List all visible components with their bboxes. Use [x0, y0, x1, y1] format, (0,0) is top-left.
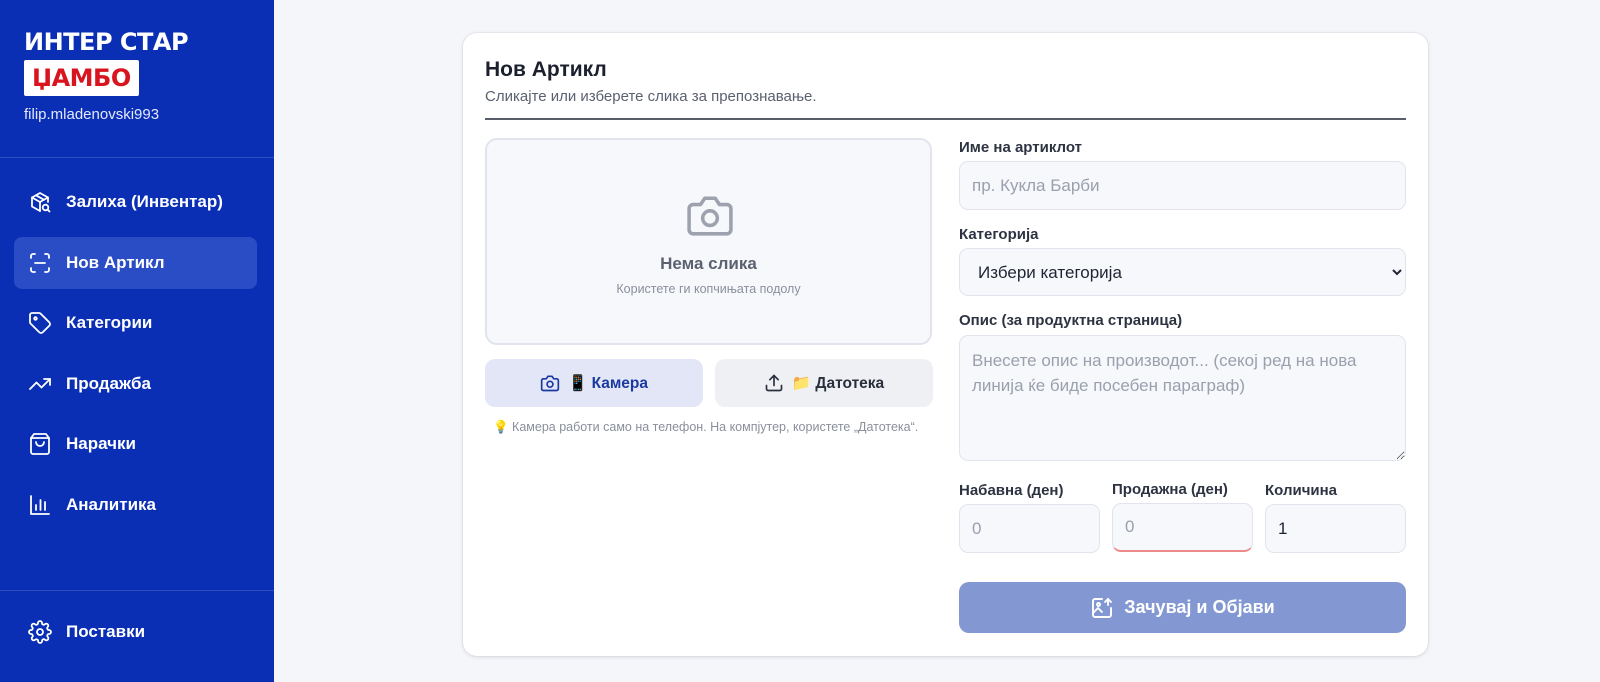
sidebar-nav: Залиха (Инвентар) Нов Артикл Категории П… — [14, 176, 257, 539]
inventory-box-icon — [31, 192, 51, 213]
sale-price-input[interactable] — [1112, 503, 1253, 552]
brand-logo: ЏАМБО — [24, 60, 139, 96]
sidebar-item-categories[interactable]: Категории — [14, 297, 257, 349]
save-publish-button[interactable]: Зачувај и Објави — [959, 582, 1406, 633]
camera-icon — [687, 196, 733, 236]
name-label: Име на артиклот — [959, 139, 1082, 156]
file-upload-button[interactable]: 📁 Датотека — [715, 359, 933, 407]
sidebar-item-new-article[interactable]: Нов Артикл — [14, 236, 257, 289]
upload-icon — [765, 374, 783, 392]
category-select[interactable]: Избери категорија — [959, 248, 1406, 296]
sidebar-item-label: Поставки — [66, 622, 146, 641]
sidebar-item-label: Залиха (Инвентар) — [66, 192, 223, 211]
sidebar-item-label: Продажба — [66, 373, 152, 393]
sidebar-footer: Поставки — [0, 590, 274, 658]
camera-icon — [540, 375, 560, 392]
tag-icon — [29, 312, 51, 334]
purchase-price-label: Набавна (ден) — [959, 482, 1064, 499]
camera-button-label: 📱 Камера — [567, 374, 649, 392]
scan-icon — [30, 252, 50, 273]
sale-price-label: Продажна (ден) — [1112, 481, 1228, 498]
sidebar-item-analytics[interactable]: Аналитика — [14, 479, 257, 531]
sidebar-item-sales[interactable]: Продажба — [14, 358, 257, 410]
camera-button[interactable]: 📱 Камера — [485, 359, 703, 407]
divider — [485, 118, 1406, 120]
image-preview: Нема слика Користете ги копчињата подолу — [485, 138, 932, 345]
quantity-input[interactable] — [1265, 504, 1406, 553]
description-label: Опис (за продуктна страница) — [959, 312, 1183, 329]
sidebar: ИНТЕР СТАР ЏАМБО filip.mladenovski993 За… — [0, 0, 274, 682]
description-textarea[interactable] — [959, 335, 1406, 461]
save-publish-label: Зачувај и Објави — [1124, 597, 1275, 617]
brand-title: ИНТЕР СТАР — [24, 28, 189, 56]
name-input[interactable] — [959, 161, 1406, 210]
sidebar-item-inventory[interactable]: Залиха (Инвентар) — [14, 176, 257, 228]
category-label: Категорија — [959, 226, 1039, 243]
image-upload-icon — [1092, 597, 1113, 618]
file-button-label: 📁 Датотека — [791, 374, 885, 392]
quantity-label: Количина — [1265, 482, 1338, 499]
sidebar-item-label: Аналитика — [66, 494, 156, 514]
no-image-title: Нема слика — [660, 254, 757, 273]
sidebar-item-label: Нов Артикл — [66, 252, 165, 272]
new-article-card: Нов Артикл Сликајте или изберете слика з… — [463, 33, 1428, 656]
sidebar-item-label: Нарачки — [66, 434, 136, 453]
trending-up-icon — [29, 377, 51, 390]
page-subtitle: Сликајте или изберете слика за препознав… — [485, 88, 817, 105]
sidebar-item-label: Категории — [66, 313, 153, 332]
gear-icon — [28, 620, 52, 644]
sidebar-item-orders[interactable]: Нарачки — [14, 418, 257, 470]
current-user: filip.mladenovski993 — [24, 106, 160, 123]
page-title: Нов Артикл — [485, 58, 607, 81]
purchase-price-input[interactable] — [959, 504, 1100, 553]
shopping-bag-icon — [30, 433, 50, 455]
bar-chart-icon — [30, 494, 50, 515]
brand: ИНТЕР СТАР ЏАМБО filip.mladenovski993 — [0, 0, 274, 158]
no-image-subtitle: Користете ги копчињата подолу — [616, 282, 801, 296]
sidebar-item-settings[interactable]: Поставки — [14, 606, 257, 658]
camera-hint: 💡 Камера работи само на телефон. На комп… — [493, 420, 919, 434]
